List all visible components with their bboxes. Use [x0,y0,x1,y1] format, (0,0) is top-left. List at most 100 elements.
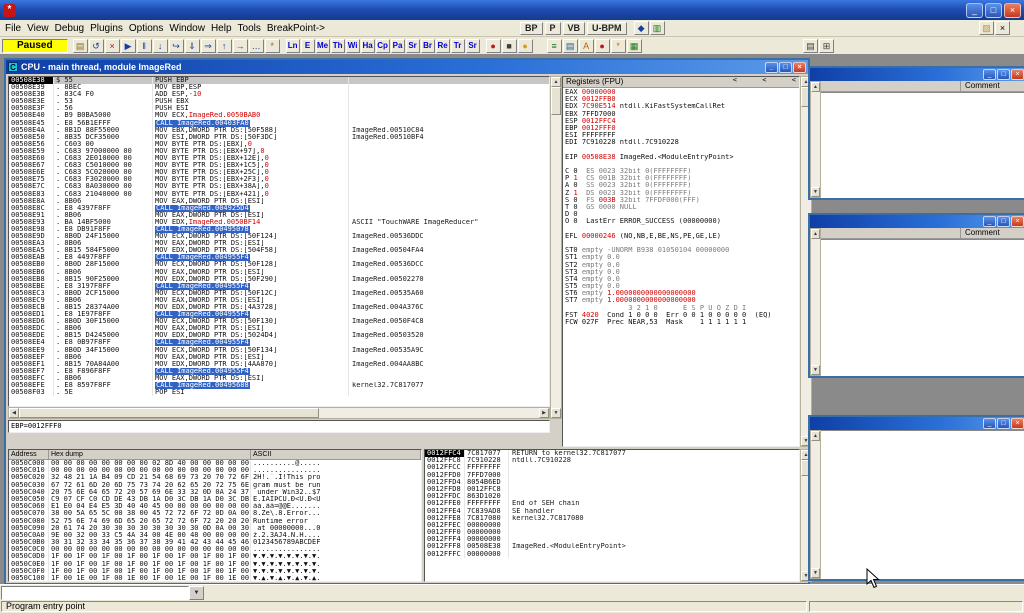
animate-into-icon[interactable]: ⇓ [185,39,200,53]
scroll-track[interactable] [319,408,539,418]
tool-letter-ln[interactable]: Ln [286,39,300,53]
register-line[interactable]: EFL 00000246 (NO,NB,E,BE,NS,PE,GE,LE) [565,233,799,240]
scroll-down-icon[interactable]: ▼ [811,568,820,578]
dump-row[interactable]: 0050C08052 75 6E 74 69 6D 65 20 65 72 72… [9,518,421,525]
disasm-row[interactable]: 00508EDE. 8B15 D4245000MOV EDX,DWORD PTR… [9,332,549,339]
close-button[interactable]: × [1011,69,1024,80]
scroll-left-icon[interactable]: ◀ [9,408,19,418]
dump-row[interactable]: 0050C09020 61 74 20 30 30 30 30 30 30 30… [9,525,421,532]
disasm-row[interactable]: 00508E60. C683 2E010000 00MOV BYTE PTR D… [9,155,549,162]
stack-row[interactable]: 0012FFF400000000 [425,536,799,543]
side-window-1-body[interactable] [821,92,1024,198]
dump-row[interactable]: 0050C0F01F 00 1F 00 1F 00 1F 00 1F 00 1F… [9,568,421,575]
register-line[interactable]: ST4 empty 0.0 [565,276,799,283]
register-line[interactable]: D 0 [565,211,799,218]
register-line[interactable] [565,240,799,247]
register-line[interactable]: O 0 LastErr ERROR_SUCCESS (00000000) [565,218,799,225]
dump-row[interactable]: 0050C04020 75 6E 64 65 72 20 57 69 6E 33… [9,489,421,496]
disasm-row[interactable]: 00508E56. C603 00MOV BYTE PTR DS:[EBX],0 [9,141,549,148]
scroll-track[interactable] [811,92,820,187]
dump-row[interactable]: 0050C060E1 E0 04 E4 E5 3D 40 40 45 00 00… [9,503,421,510]
menu-button-p[interactable]: P [545,22,561,35]
register-line[interactable]: ST3 empty 0.0 [565,269,799,276]
stack-row[interactable]: 0012FFC87C910228ntdll.7C910228 [425,457,799,464]
disasm-row[interactable]: 00508ED6. 8B0D 30F15000MOV ECX,DWORD PTR… [9,318,549,325]
tool-letter-th[interactable]: Th [331,39,345,53]
run-icon[interactable]: ▶ [121,39,136,53]
options-icon[interactable]: * [265,39,280,53]
block-icon[interactable]: ■ [502,39,517,53]
tool-letter-re[interactable]: Re [436,39,450,53]
register-line[interactable]: EDX 7C90E514 ntdll.KiFastSystemCallRet [565,103,799,110]
side-window-1-titlebar[interactable]: _ □ × [810,68,1024,81]
restart-icon[interactable]: ↺ [89,39,104,53]
side-window-3-body[interactable] [821,430,1024,579]
disasm-row[interactable]: 00508E83. C683 21040000 00MOV BYTE PTR D… [9,191,549,198]
register-line[interactable]: EBP 0012FFF0 [565,125,799,132]
register-line[interactable]: ECX 0012FFB0 [565,96,799,103]
side-window-2-scrollbar[interactable]: ▲ ▼ [810,228,821,376]
goto-icon[interactable]: → [233,39,248,53]
tool-letter-e[interactable]: E [301,39,315,53]
disasm-row[interactable]: 00508F03. 5EPOP ESI [9,389,549,396]
disasm-row[interactable]: 00508EC9. 8B06MOV EAX,DWORD PTR DS:[ESI] [9,297,549,304]
stack-row[interactable]: 0012FFDC863D1020 [425,493,799,500]
disasm-row[interactable]: 00508EFC. 8B06MOV EAX,DWORD PTR DS:[ESI] [9,375,549,382]
register-line[interactable]: C 0 ES 0023 32bit 0(FFFFFFFF) [565,168,799,175]
tool-letter-me[interactable]: Me [316,39,330,53]
disasm-row[interactable]: 00508EDC. 8B06MOV EAX,DWORD PTR DS:[ESI] [9,325,549,332]
disasm-row[interactable]: 00508E3B. 83C4 F0ADD ESP,-10 [9,91,549,98]
maximize-button[interactable]: □ [997,418,1010,429]
stack-row[interactable]: 0012FFE87C817080kernel32.7C817080 [425,515,799,522]
maximize-button[interactable]: □ [985,3,1002,18]
tool-letter-sr[interactable]: Sr [406,39,420,53]
stack-row[interactable]: 0012FFE47C839AD8SE handler [425,508,799,515]
close-program-icon[interactable]: × [105,39,120,53]
cpu-minimize-button[interactable]: _ [765,62,778,73]
tile-icon[interactable]: ⊞ [819,39,834,53]
registers-pane[interactable]: Registers (FPU) < < < EAX 00000000ECX 00… [562,76,800,447]
scroll-down-icon[interactable]: ▼ [811,187,820,197]
register-line[interactable]: ST6 empty 1.0000000000000000000 [565,290,799,297]
disasm-row[interactable]: 00508E50. 8B35 DCF35000MOV ESI,DWORD PTR… [9,134,549,141]
comment-column-header[interactable]: Comment [961,81,1000,91]
open-icon[interactable]: ▤ [73,39,88,53]
dump-row[interactable]: 0050C1001F 00 1E 00 1F 00 1E 00 1F 00 1E… [9,575,421,582]
disasm-row[interactable]: 00508E45. E8 56B1EFFFCALL ImageRed.00403… [9,120,549,127]
disasm-row[interactable]: 00508E8C. E8 4397F8FFCALL ImageRed.00492… [9,205,549,212]
list-icon[interactable]: ≡ [547,39,562,53]
register-line[interactable]: ST7 empty 1.0000000000000000000 [565,297,799,304]
scroll-thumb[interactable] [19,408,319,418]
stack-pane[interactable]: 0012FFC47C817077RETURN to kernel32.7C817… [424,449,800,582]
dump-row[interactable]: 0050C0B030 31 32 33 34 35 36 37 38 39 41… [9,539,421,546]
disasm-row[interactable]: 00508EAB. E8 4497F8FFCALL ImageRed.00495… [9,254,549,261]
step-into-icon[interactable]: ↓ [153,39,168,53]
dump-row[interactable]: 0050C03067 72 61 6D 20 6D 75 73 74 20 62… [9,482,421,489]
menu-file[interactable]: File [2,22,24,35]
register-line[interactable]: Z 1 DS 0023 32bit 0(FFFFFFFF) [565,190,799,197]
dump-row[interactable]: 0050C01000 00 00 00 00 00 00 00 00 00 00… [9,467,421,474]
windows-icon[interactable]: ▤ [803,39,818,53]
command-input[interactable] [1,586,189,600]
menu-tools[interactable]: Tools [235,22,264,35]
register-line[interactable]: EBX 7FFD7000 [565,111,799,118]
disasm-row[interactable]: 00508EA5. 8B15 584F5000MOV EDX,DWORD PTR… [9,247,549,254]
close-button[interactable]: × [1011,216,1024,227]
tool-letter-cp[interactable]: Cp [376,39,390,53]
scroll-track[interactable] [551,115,561,408]
dump-row[interactable]: 0050C0C000 00 00 00 00 00 00 00 00 00 00… [9,546,421,553]
breakpoint-icon[interactable]: ● [486,39,501,53]
disasm-row[interactable]: 00508EB6. 8B06MOV EAX,DWORD PTR DS:[ESI] [9,269,549,276]
register-line[interactable] [565,147,799,154]
minimize-button[interactable]: _ [983,216,996,227]
disasm-row[interactable]: 00508ED1. E8 1E97F8FFCALL ImageRed.00495… [9,311,549,318]
minimize-button[interactable]: _ [983,418,996,429]
maximize-button[interactable]: □ [997,69,1010,80]
stack-row[interactable]: 0012FFD07FFD7000 [425,472,799,479]
scroll-thumb[interactable] [551,87,561,115]
disasm-row[interactable]: 00508E7C. C683 8A030000 00MOV BYTE PTR D… [9,183,549,190]
scroll-up-icon[interactable]: ▲ [811,431,820,441]
menu-button-ubpm[interactable]: U-BPM [587,22,627,35]
register-line[interactable]: A 0 SS 0023 32bit 0(FFFFFFFF) [565,182,799,189]
cpu-close-button[interactable]: × [793,62,806,73]
